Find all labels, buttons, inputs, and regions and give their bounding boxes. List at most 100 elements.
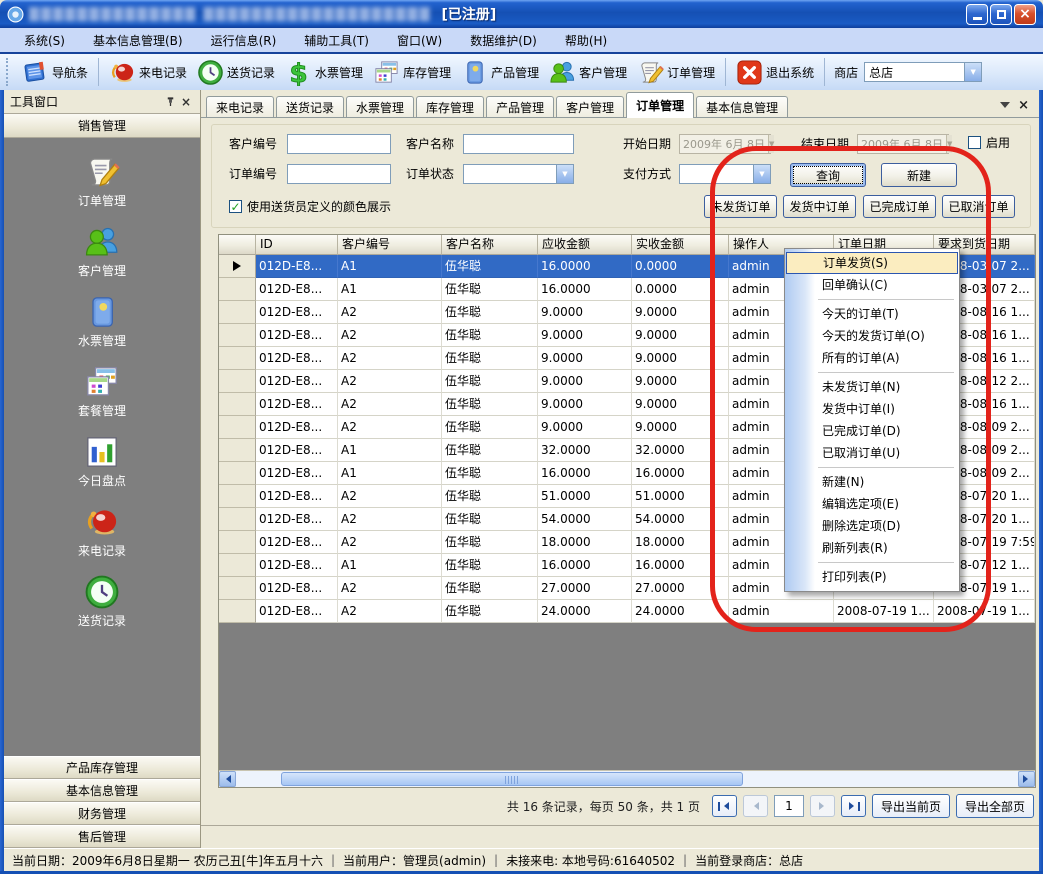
tab-close-icon[interactable]: × — [1018, 98, 1029, 113]
context-menu-item-13[interactable]: 编辑选定项(E) — [786, 493, 958, 515]
tab-2[interactable]: 水票管理 — [346, 96, 414, 117]
last-page-button[interactable] — [841, 795, 866, 817]
state-filter-button-0[interactable]: 未发货订单 — [704, 195, 777, 218]
context-menu-item-14[interactable]: 删除选定项(D) — [786, 515, 958, 537]
sidebar-group-2[interactable]: 财务管理 — [4, 802, 200, 825]
customer-no-input[interactable] — [287, 134, 391, 154]
row-selector[interactable] — [219, 370, 256, 393]
new-button[interactable]: 新建 — [881, 163, 957, 187]
context-menu-item-10[interactable]: 已取消订单(U) — [786, 442, 958, 464]
column-header-1[interactable]: 客户编号 — [338, 235, 442, 255]
row-selector[interactable] — [219, 508, 256, 531]
toolbar-button-7[interactable]: 订单管理 — [632, 56, 720, 88]
menu-item-5[interactable]: 数据维护(D) — [456, 32, 551, 49]
sidebar-item-5[interactable]: 来电记录 — [4, 504, 200, 559]
row-selector[interactable] — [219, 324, 256, 347]
sidebar-group-3[interactable]: 售后管理 — [4, 825, 200, 848]
scrollbar-thumb[interactable] — [281, 772, 743, 786]
shop-combobox[interactable]: 总店 ▼ — [864, 62, 982, 82]
row-selector[interactable] — [219, 600, 256, 623]
customer-name-input[interactable] — [463, 134, 574, 154]
menu-item-1[interactable]: 基本信息管理(B) — [79, 32, 197, 49]
pay-method-combobox[interactable]: ▼ — [679, 164, 771, 184]
toolbar-grip[interactable] — [6, 58, 12, 86]
chevron-down-icon[interactable]: ▼ — [556, 165, 573, 183]
menu-item-2[interactable]: 运行信息(R) — [197, 32, 291, 49]
chevron-down-icon[interactable]: ▼ — [753, 165, 770, 183]
context-menu-item-4[interactable]: 今天的发货订单(O) — [786, 325, 958, 347]
row-selector[interactable] — [219, 439, 256, 462]
context-menu-item-5[interactable]: 所有的订单(A) — [786, 347, 958, 369]
state-filter-button-1[interactable]: 发货中订单 — [783, 195, 856, 218]
menu-item-4[interactable]: 窗口(W) — [383, 32, 456, 49]
row-selector[interactable] — [219, 577, 256, 600]
context-menu-item-1[interactable]: 回单确认(C) — [786, 274, 958, 296]
toolbar-button-0[interactable]: 导航条 — [17, 56, 93, 88]
toolbar-button-6[interactable]: 客户管理 — [544, 56, 632, 88]
tab-1[interactable]: 送货记录 — [276, 96, 344, 117]
scroll-left-icon[interactable] — [219, 771, 236, 787]
sidebar-item-1[interactable]: 客户管理 — [4, 224, 200, 279]
tab-4[interactable]: 产品管理 — [486, 96, 554, 117]
sidebar-item-2[interactable]: 水票管理 — [4, 294, 200, 349]
column-header-4[interactable]: 实收金额 — [632, 235, 729, 255]
first-page-button[interactable] — [712, 795, 737, 817]
pin-icon[interactable] — [162, 94, 178, 109]
row-selector[interactable] — [219, 301, 256, 324]
tab-list-dropdown-icon[interactable] — [1000, 102, 1010, 113]
start-date-picker[interactable]: 2009年 6月 8日 ▼ — [679, 134, 771, 154]
row-selector[interactable] — [219, 462, 256, 485]
sidebar-item-4[interactable]: 今日盘点 — [4, 434, 200, 489]
enable-checkbox[interactable]: ✓ 启用 — [968, 134, 1010, 151]
context-menu-item-0[interactable]: 订单发货(S) — [786, 252, 958, 274]
toolbar-button-4[interactable]: 库存管理 — [368, 56, 456, 88]
sidebar-item-0[interactable]: 订单管理 — [4, 154, 200, 209]
column-header-3[interactable]: 应收金额 — [538, 235, 632, 255]
table-row[interactable]: 012D-E8...A2伍华聪24.000024.0000admin2008-0… — [219, 600, 1035, 623]
context-menu-item-12[interactable]: 新建(N) — [786, 471, 958, 493]
column-header-2[interactable]: 客户名称 — [442, 235, 538, 255]
row-selector[interactable] — [219, 485, 256, 508]
page-number-input[interactable] — [774, 795, 804, 817]
row-selector[interactable] — [219, 393, 256, 416]
toolbar-button-1[interactable]: 来电记录 — [104, 56, 192, 88]
context-menu-item-3[interactable]: 今天的订单(T) — [786, 303, 958, 325]
menu-item-3[interactable]: 辅助工具(T) — [290, 32, 383, 49]
color-display-checkbox[interactable]: ✓ 使用送货员定义的颜色展示 — [229, 198, 391, 215]
row-selector[interactable] — [219, 255, 256, 278]
minimize-button[interactable] — [966, 4, 988, 25]
enable-checkbox-box[interactable]: ✓ — [968, 136, 981, 149]
sidebar-item-3[interactable]: 套餐管理 — [4, 364, 200, 419]
order-state-combobox[interactable]: ▼ — [463, 164, 574, 184]
toolbar-button-8[interactable]: 退出系统 — [731, 56, 819, 88]
query-button[interactable]: 查询 — [790, 163, 866, 187]
menu-item-6[interactable]: 帮助(H) — [551, 32, 621, 49]
prev-page-button[interactable] — [743, 795, 768, 817]
state-filter-button-2[interactable]: 已完成订单 — [863, 195, 936, 218]
row-selector[interactable] — [219, 347, 256, 370]
tab-5[interactable]: 客户管理 — [556, 96, 624, 117]
context-menu-item-9[interactable]: 已完成订单(D) — [786, 420, 958, 442]
toolbar-button-3[interactable]: $水票管理 — [280, 56, 368, 88]
export-current-page-button[interactable]: 导出当前页 — [872, 794, 950, 818]
toolbar-button-5[interactable]: 产品管理 — [456, 56, 544, 88]
maximize-button[interactable] — [990, 4, 1012, 25]
end-date-picker[interactable]: 2009年 6月 8日 ▼ — [857, 134, 949, 154]
tab-7[interactable]: 基本信息管理 — [696, 96, 788, 117]
row-selector[interactable] — [219, 416, 256, 439]
sidebar-item-6[interactable]: 送货记录 — [4, 574, 200, 629]
toolbar-button-2[interactable]: 送货记录 — [192, 56, 280, 88]
state-filter-button-3[interactable]: 已取消订单 — [942, 195, 1015, 218]
tab-0[interactable]: 来电记录 — [206, 96, 274, 117]
context-menu-item-17[interactable]: 打印列表(P) — [786, 566, 958, 588]
row-selector[interactable] — [219, 278, 256, 301]
export-all-pages-button[interactable]: 导出全部页 — [956, 794, 1034, 818]
sidebar-group-1[interactable]: 基本信息管理 — [4, 779, 200, 802]
row-selector[interactable] — [219, 531, 256, 554]
chevron-down-icon[interactable]: ▼ — [964, 63, 981, 81]
sidebar-group-0[interactable]: 产品库存管理 — [4, 756, 200, 779]
menu-item-0[interactable]: 系统(S) — [10, 32, 79, 49]
tool-window-close-icon[interactable]: × — [178, 94, 194, 109]
context-menu-item-15[interactable]: 刷新列表(R) — [786, 537, 958, 559]
tab-6[interactable]: 订单管理 — [626, 92, 694, 118]
